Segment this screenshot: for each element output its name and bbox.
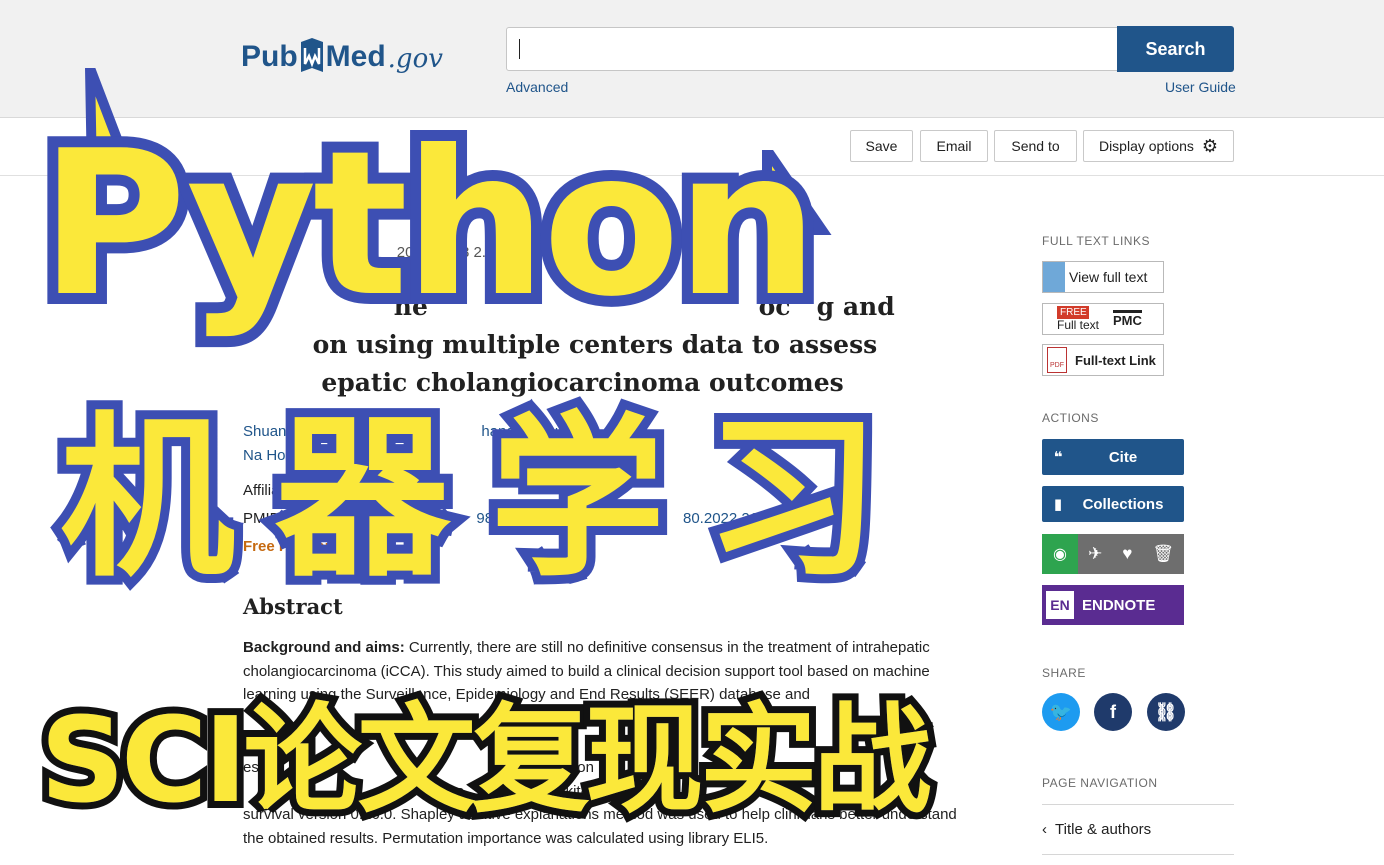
full-text-label: Full text (1057, 318, 1100, 332)
display-options-label: Display options (1098, 138, 1194, 154)
nav-title-authors[interactable]: ‹ Title & authors (1042, 821, 1151, 838)
logo-med: Med (325, 40, 386, 73)
heart-icon[interactable]: ♥ (1122, 544, 1132, 564)
user-guide-link[interactable]: User Guide (1165, 79, 1236, 95)
view-full-text-label: View full text (1069, 269, 1148, 285)
share-heading: SHARE (1042, 666, 1086, 680)
endnote-label: ENDNOTE (1082, 596, 1156, 614)
full-text-link-button[interactable]: PDF Full-text Link (1042, 344, 1164, 376)
eye-icon[interactable]: ◉ (1042, 534, 1078, 574)
pmc-label: PMC (1113, 310, 1142, 328)
pmc-full-text-button[interactable]: FREE Full text PMC (1042, 303, 1164, 335)
text-caret (519, 39, 520, 59)
full-text-link-label: Full-text Link (1075, 352, 1156, 368)
page-navigation-heading: PAGE NAVIGATION (1042, 776, 1158, 790)
nav-divider (1042, 854, 1234, 855)
email-button[interactable]: Email (920, 130, 988, 162)
publisher-logo-icon (1043, 262, 1065, 292)
logo-book-icon (299, 36, 325, 74)
search-button[interactable]: Search (1117, 26, 1234, 72)
twitter-icon[interactable]: 🐦 (1042, 693, 1080, 731)
endnote-logo-icon: EN (1046, 591, 1074, 619)
free-full-text-block: FREE Full text (1057, 306, 1099, 332)
pdf-icon: PDF (1047, 347, 1067, 373)
quote-icon: ❝ (1053, 449, 1063, 466)
full-text-links-heading: FULL TEXT LINKS (1042, 234, 1150, 248)
send-to-button[interactable]: Send to (994, 130, 1077, 162)
display-options-button[interactable]: Display options ⚙ (1083, 130, 1234, 162)
gear-icon: ⚙ (1201, 135, 1219, 156)
logo-gov: .gov (387, 44, 443, 74)
site-header: Pub Med .gov Search Advanced User Guide (0, 0, 1384, 118)
collections-label: Collections (1082, 495, 1164, 513)
cite-button[interactable]: ❝ Cite (1042, 439, 1184, 475)
view-full-text-button[interactable]: View full text (1042, 261, 1164, 293)
pin-icon[interactable]: ✈ (1088, 544, 1102, 564)
overlay-python-title: Python (29, 99, 829, 351)
overlay-ml-title: 机器学习 (51, 391, 920, 609)
title-line-3: epatic cholangiocarcinoma outcomes (243, 368, 844, 397)
chevron-left-icon: ‹ (1042, 821, 1047, 838)
bookmark-icon: ▮ (1053, 496, 1063, 513)
nav-title-authors-label: Title & authors (1055, 821, 1152, 838)
actions-heading: ACTIONS (1042, 411, 1099, 425)
save-button[interactable]: Save (850, 130, 913, 162)
endnote-button[interactable]: EN ENDNOTE (1042, 585, 1184, 625)
trash-icon[interactable]: 🗑 (1152, 544, 1174, 564)
advanced-search-link[interactable]: Advanced (506, 79, 568, 95)
facebook-icon[interactable]: f (1094, 693, 1132, 731)
overlay-sci-subtitle: SCI论文复现实战 (33, 684, 938, 836)
search-input[interactable] (506, 27, 1118, 71)
nav-divider (1042, 804, 1234, 805)
copy-link-icon[interactable]: ⛓ (1147, 693, 1185, 731)
cite-label: Cite (1108, 448, 1138, 466)
collections-button[interactable]: ▮ Collections (1042, 486, 1184, 522)
favorites-toolbar: ◉ ✈ ♥ 🗑 (1042, 534, 1184, 574)
abstract-label-background: Background and aims: (243, 639, 405, 656)
favorites-actions: ✈ ♥ 🗑 (1078, 534, 1184, 574)
pubmed-logo[interactable]: Pub Med .gov (241, 24, 443, 74)
sidebar: FULL TEXT LINKS View full text FREE Full… (1042, 176, 1242, 865)
logo-pub: Pub (241, 40, 298, 73)
